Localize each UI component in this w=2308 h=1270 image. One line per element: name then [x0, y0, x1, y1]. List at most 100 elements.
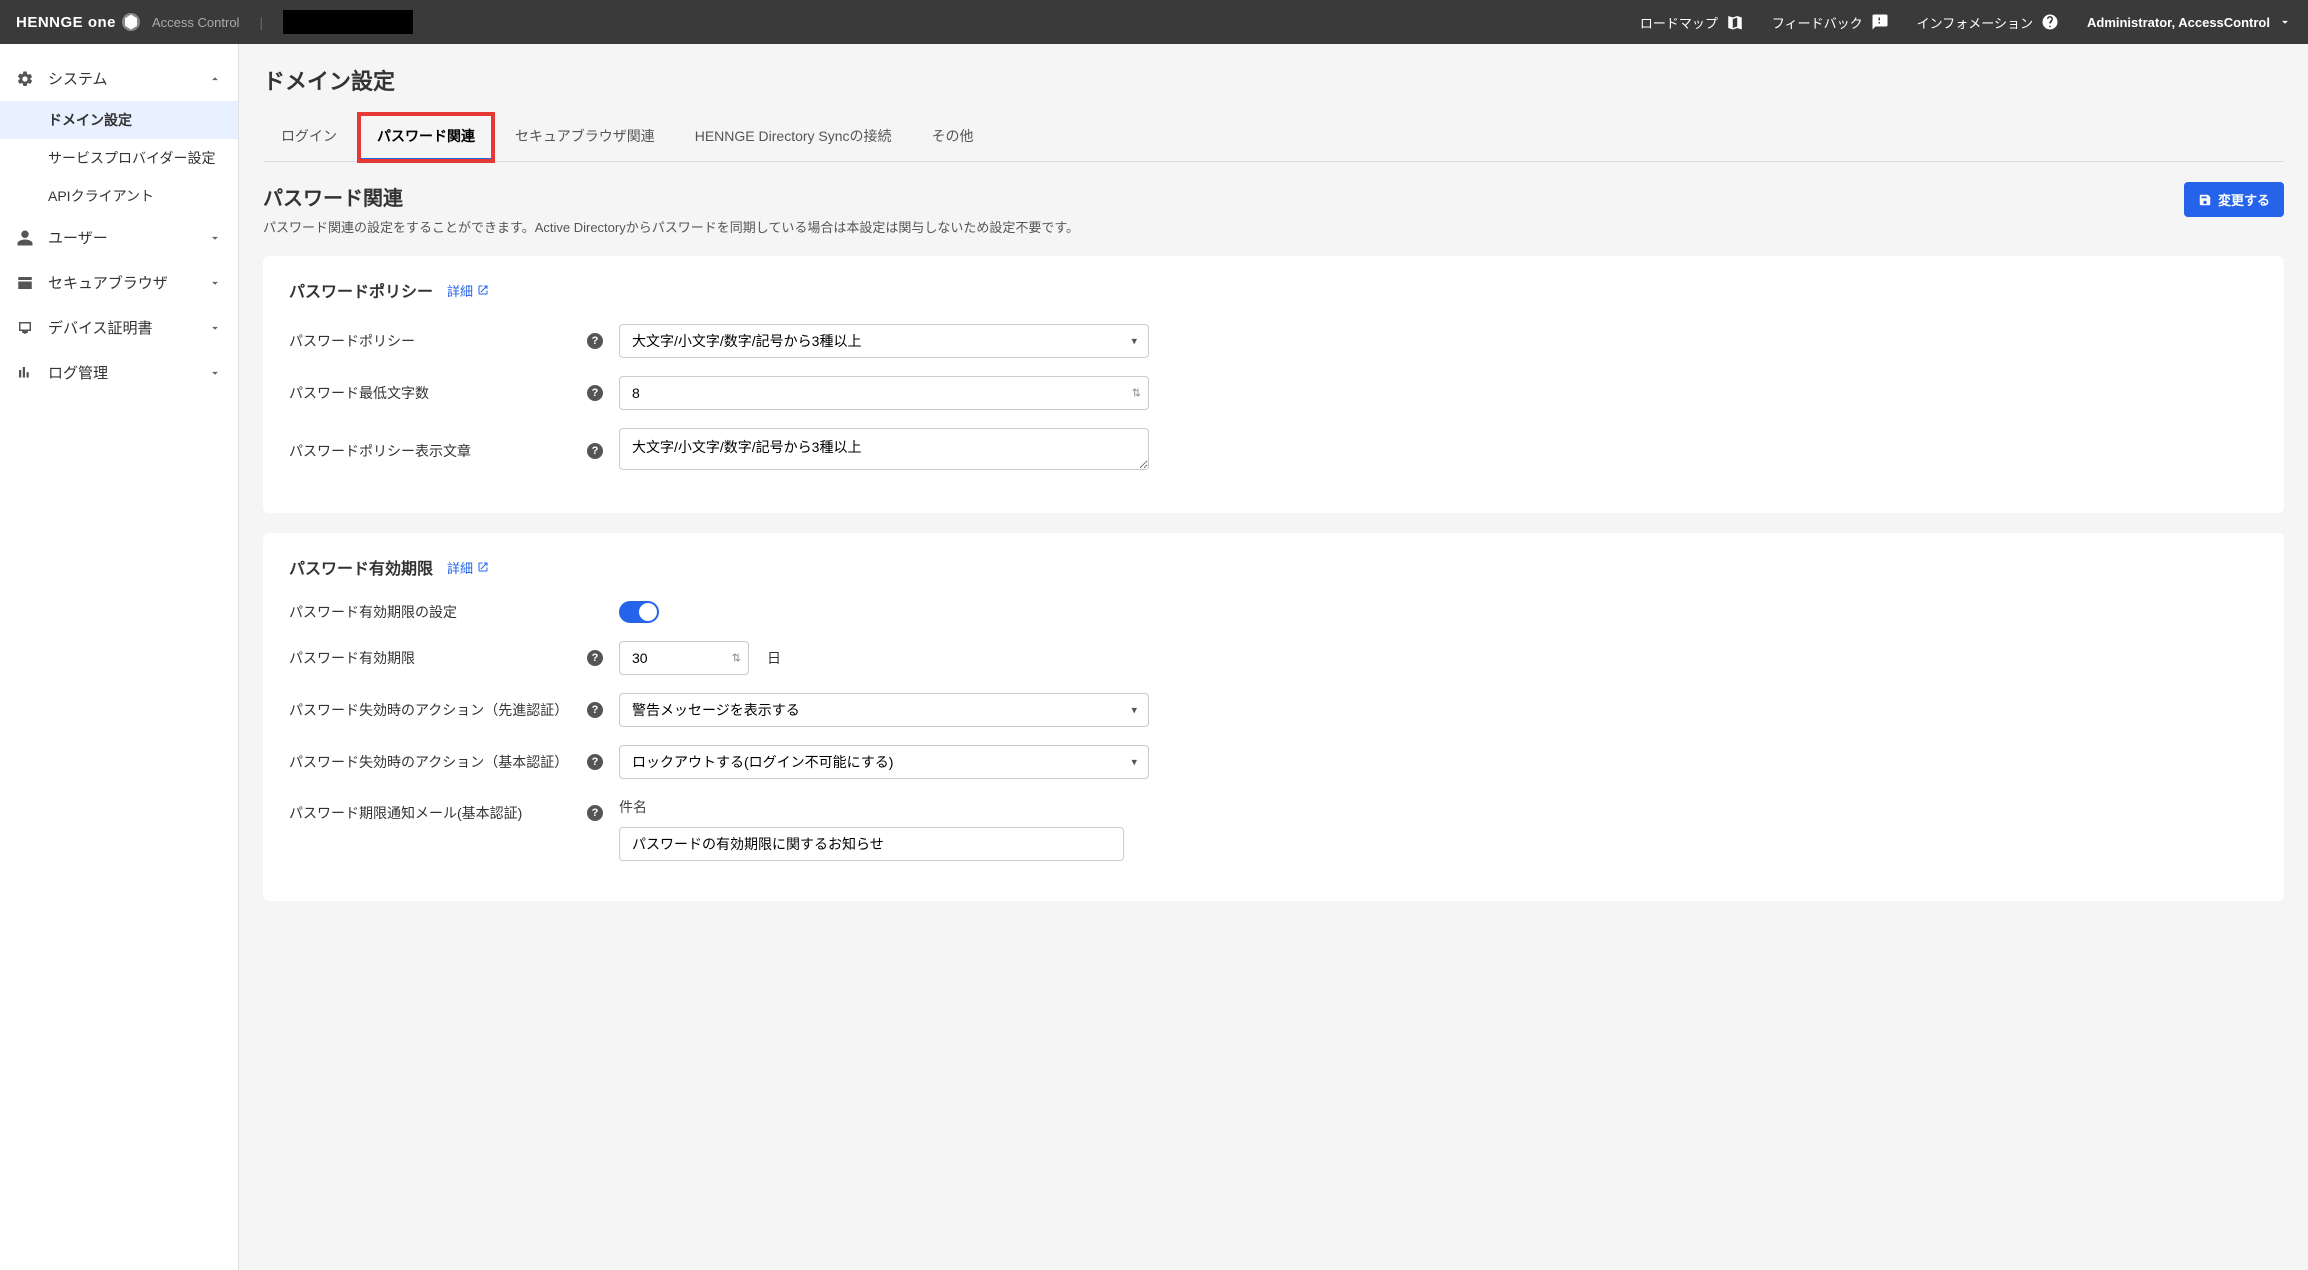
display-textarea[interactable] [619, 428, 1149, 470]
detail-link-label: 詳細 [447, 558, 473, 577]
container: システム ドメイン設定 サービスプロバイダー設定 APIクライアント ユーザー … [0, 44, 2308, 1270]
tab-password[interactable]: パスワード関連 [359, 114, 493, 161]
sidebar-subitem-api[interactable]: APIクライアント [0, 177, 238, 215]
policy-detail-link[interactable]: 詳細 [447, 281, 489, 300]
action-basic-label: パスワード失効時のアクション（基本認証） ? [289, 752, 619, 772]
external-link-icon [477, 561, 489, 573]
information-label: インフォメーション [1917, 13, 2033, 32]
header-left: HENNGE one Access Control | [16, 10, 413, 34]
minlen-input-wrap: ⇅ [619, 376, 1149, 410]
header-subtitle: Access Control [152, 15, 239, 30]
sidebar-subitem-sp[interactable]: サービスプロバイダー設定 [0, 139, 238, 177]
action-basic-select-wrap: ロックアウトする(ログイン不可能にする) [619, 745, 1149, 779]
sidebar-item-label: デバイス証明書 [48, 317, 153, 338]
tabs: ログイン パスワード関連 セキュアブラウザ関連 HENNGE Directory… [263, 114, 2284, 162]
map-icon [1726, 13, 1744, 31]
tab-directory[interactable]: HENNGE Directory Syncの接続 [677, 114, 910, 161]
sidebar-item-user[interactable]: ユーザー [0, 215, 238, 260]
period-input[interactable] [619, 641, 749, 675]
sidebar-item-label: セキュアブラウザ [48, 272, 168, 293]
row-display: パスワードポリシー表示文章 ? [289, 428, 2258, 473]
browser-icon [16, 274, 34, 292]
feedback-link[interactable]: フィードバック [1772, 13, 1889, 32]
help-icon[interactable]: ? [587, 702, 603, 718]
sidebar-item-system[interactable]: システム [0, 56, 238, 101]
tab-browser[interactable]: セキュアブラウザ関連 [497, 114, 673, 161]
action-adv-select-wrap: 警告メッセージを表示する [619, 693, 1149, 727]
user-menu[interactable]: Administrator, AccessControl [2087, 15, 2292, 30]
section-header-left: パスワード関連 パスワード関連の設定をすることができます。Active Dire… [263, 182, 1079, 236]
help-icon [2041, 13, 2059, 31]
period-label-text: パスワード有効期限 [289, 648, 415, 668]
sidebar-item-browser[interactable]: セキュアブラウザ [0, 260, 238, 305]
minlen-input[interactable] [619, 376, 1149, 410]
row-policy: パスワードポリシー ? 大文字/小文字/数字/記号から3種以上 [289, 324, 2258, 358]
action-basic-label-text: パスワード失効時のアクション（基本認証） [289, 752, 568, 772]
sidebar-section-system: システム ドメイン設定 サービスプロバイダー設定 APIクライアント [0, 56, 238, 215]
row-action-basic: パスワード失効時のアクション（基本認証） ? ロックアウトする(ログイン不可能に… [289, 745, 2258, 779]
tab-other[interactable]: その他 [914, 114, 992, 161]
enable-label: パスワード有効期限の設定 [289, 602, 619, 622]
brand: HENNGE one [16, 13, 140, 31]
help-icon[interactable]: ? [587, 650, 603, 666]
row-enable: パスワード有効期限の設定 [289, 601, 2258, 623]
sidebar-item-device[interactable]: デバイス証明書 [0, 305, 238, 350]
row-notify: パスワード期限通知メール(基本認証) ? 件名 [289, 797, 2258, 861]
card-password-policy: パスワードポリシー 詳細 パスワードポリシー ? 大文字/小文字/数字/記号から… [263, 256, 2284, 513]
sidebar-item-log[interactable]: ログ管理 [0, 350, 238, 395]
external-link-icon [477, 284, 489, 296]
notify-control: 件名 [619, 797, 1124, 861]
roadmap-label: ロードマップ [1640, 13, 1718, 32]
expiry-detail-link[interactable]: 詳細 [447, 558, 489, 577]
section-header: パスワード関連 パスワード関連の設定をすることができます。Active Dire… [263, 182, 2284, 236]
tab-login[interactable]: ログイン [263, 114, 355, 161]
subject-input[interactable] [619, 827, 1124, 861]
card-title: パスワードポリシー [289, 278, 433, 302]
action-adv-label-text: パスワード失効時のアクション（先進認証） [289, 700, 568, 720]
policy-select-wrap: 大文字/小文字/数字/記号から3種以上 [619, 324, 1149, 358]
header-right: ロードマップ フィードバック インフォメーション Administrator, … [1640, 13, 2292, 32]
row-action-adv: パスワード失効時のアクション（先進認証） ? 警告メッセージを表示する [289, 693, 2258, 727]
toggle-wrap [619, 601, 659, 623]
action-adv-select[interactable]: 警告メッセージを表示する [619, 693, 1149, 727]
save-button[interactable]: 変更する [2184, 182, 2284, 217]
chevron-up-icon [208, 72, 222, 86]
certificate-icon [16, 319, 34, 337]
sidebar-item-label: システム [48, 68, 108, 89]
roadmap-link[interactable]: ロードマップ [1640, 13, 1744, 32]
help-icon[interactable]: ? [587, 754, 603, 770]
help-icon[interactable]: ? [587, 333, 603, 349]
chart-icon [16, 364, 34, 382]
sidebar-subitem-domain[interactable]: ドメイン設定 [0, 101, 238, 139]
information-link[interactable]: インフォメーション [1917, 13, 2059, 32]
help-icon[interactable]: ? [587, 805, 603, 821]
section-desc: パスワード関連の設定をすることができます。Active Directoryからパ… [263, 217, 1079, 236]
card-title-row: パスワードポリシー 詳細 [289, 278, 2258, 302]
notify-label: パスワード期限通知メール(基本認証) ? [289, 797, 619, 823]
minlen-label-text: パスワード最低文字数 [289, 383, 429, 403]
policy-label-text: パスワードポリシー [289, 331, 415, 351]
action-basic-select[interactable]: ロックアウトする(ログイン不可能にする) [619, 745, 1149, 779]
feedback-icon [1871, 13, 1889, 31]
help-icon[interactable]: ? [587, 443, 603, 459]
help-icon[interactable]: ? [587, 385, 603, 401]
section-title: パスワード関連 [263, 182, 1079, 211]
sidebar: システム ドメイン設定 サービスプロバイダー設定 APIクライアント ユーザー … [0, 44, 239, 1270]
notify-label-text: パスワード期限通知メール(基本認証) [289, 803, 522, 823]
expiry-toggle[interactable] [619, 601, 659, 623]
policy-select[interactable]: 大文字/小文字/数字/記号から3種以上 [619, 324, 1149, 358]
header-divider: | [259, 14, 263, 30]
user-icon [16, 229, 34, 247]
save-button-label: 変更する [2218, 190, 2270, 209]
policy-label: パスワードポリシー ? [289, 331, 619, 351]
display-label-text: パスワードポリシー表示文章 [289, 441, 471, 461]
period-unit: 日 [767, 648, 781, 668]
main: ドメイン設定 ログイン パスワード関連 セキュアブラウザ関連 HENNGE Di… [239, 44, 2308, 1270]
tenant-redacted [283, 10, 413, 34]
card-title-row: パスワード有効期限 詳細 [289, 555, 2258, 579]
app-header: HENNGE one Access Control | ロードマップ フィードバ… [0, 0, 2308, 44]
chevron-down-icon [208, 321, 222, 335]
brand-text: HENNGE one [16, 14, 116, 31]
period-input-wrap: ⇅ [619, 641, 749, 675]
chevron-down-icon [208, 276, 222, 290]
